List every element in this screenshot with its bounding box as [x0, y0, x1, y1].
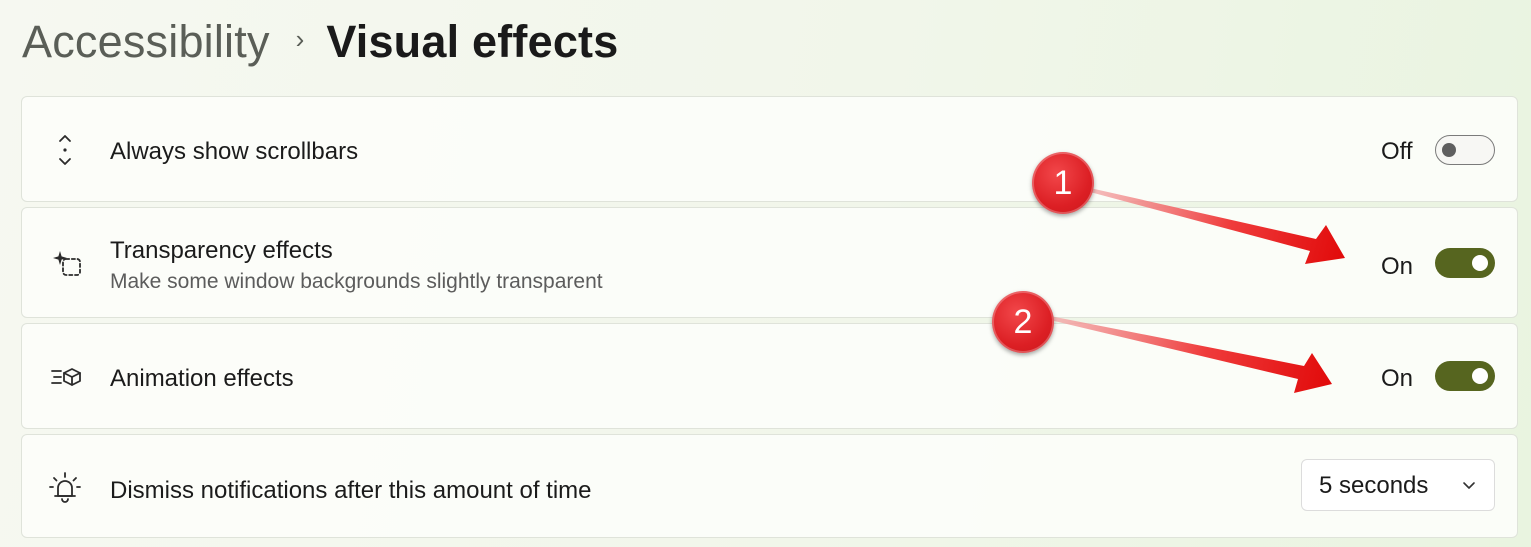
annotation-arrows [1050, 188, 1345, 393]
annotation-badge-2: 2 [992, 291, 1054, 353]
annotation-badge-1: 1 [1032, 152, 1094, 214]
annotation-arrow-2 [1050, 316, 1332, 393]
annotation-arrow-1 [1090, 188, 1345, 264]
